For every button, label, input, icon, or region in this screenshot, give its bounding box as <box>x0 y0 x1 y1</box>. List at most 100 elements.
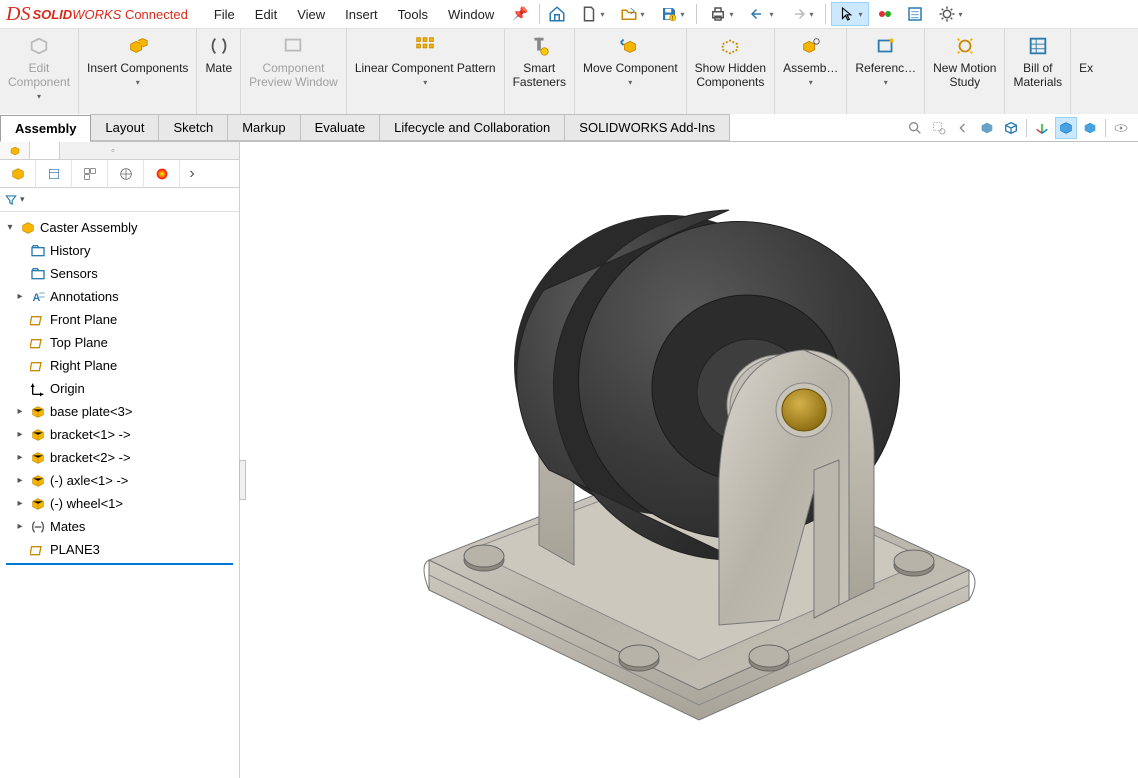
prev-view-icon[interactable] <box>952 117 974 139</box>
tree-node-label: Annotations <box>50 289 119 304</box>
tree-node[interactable]: Sensors <box>0 262 239 285</box>
fm-dim-icon[interactable] <box>108 160 144 188</box>
view-orient-icon[interactable] <box>1000 117 1022 139</box>
ribbon-overflow[interactable]: Ex <box>1071 29 1101 114</box>
tree-node-label: Origin <box>50 381 85 396</box>
side-tab-empty[interactable] <box>30 142 60 159</box>
tree-node[interactable]: Top Plane <box>0 331 239 354</box>
tab-sketch[interactable]: Sketch <box>158 114 228 141</box>
shaded-edges-icon[interactable] <box>1055 117 1077 139</box>
fm-more-icon[interactable]: › <box>180 160 204 188</box>
tab-evaluate[interactable]: Evaluate <box>300 114 381 141</box>
axis-icon[interactable] <box>1031 117 1053 139</box>
tree-node[interactable]: Origin <box>0 377 239 400</box>
fm-tree-icon[interactable] <box>0 160 36 188</box>
ribbon-mate[interactable]: Mate <box>197 29 241 114</box>
app-logo: DS SOLIDWORKS Connected <box>6 3 188 26</box>
tab-addins[interactable]: SOLIDWORKS Add-Ins <box>564 114 730 141</box>
feature-manager-panel: ◦ › ▾ ▾ Caster Assembly HistorySensors▸A… <box>0 142 240 778</box>
menu-tools[interactable]: Tools <box>388 3 438 26</box>
ribbon-bom[interactable]: Bill of Materials <box>1005 29 1071 114</box>
tree-node[interactable]: History <box>0 239 239 262</box>
tab-markup[interactable]: Markup <box>227 114 300 141</box>
heads-up-view-toolbar <box>904 114 1138 141</box>
home-button[interactable] <box>543 2 571 26</box>
app-logo-script: DS <box>6 3 30 26</box>
options-list-button[interactable] <box>901 2 929 26</box>
command-ribbon: Edit Component▾ Insert Components▾ Mate … <box>0 28 1138 114</box>
quick-access-toolbar: ▾ ▾ !▾ ▾ ▾ ▾ ▾ ▾ <box>543 2 969 26</box>
menu-view[interactable]: View <box>287 3 335 26</box>
menu-window[interactable]: Window <box>438 3 504 26</box>
zoom-area-icon[interactable] <box>928 117 950 139</box>
ribbon-smart-fasteners[interactable]: Smart Fasteners <box>505 29 575 114</box>
tree-node[interactable]: ▸bracket<1> -> <box>0 423 239 446</box>
select-cursor-button[interactable]: ▾ <box>831 2 869 26</box>
open-button[interactable]: ▾ <box>613 2 651 26</box>
fm-appearance-icon[interactable] <box>144 160 180 188</box>
ribbon-assembly[interactable]: Assemb…▾ <box>775 29 847 114</box>
tree-node-label: bracket<2> -> <box>50 450 131 465</box>
tree-node-label: History <box>50 243 90 258</box>
ribbon-show-hidden[interactable]: Show Hidden Components <box>687 29 775 114</box>
menu-insert[interactable]: Insert <box>335 3 388 26</box>
tree-node-label: (-) wheel<1> <box>50 496 123 511</box>
zoom-fit-icon[interactable] <box>904 117 926 139</box>
ribbon-preview-window[interactable]: Component Preview Window <box>241 29 347 114</box>
panel-collapse-handle[interactable] <box>239 460 246 500</box>
tab-lifecycle[interactable]: Lifecycle and Collaboration <box>379 114 565 141</box>
ribbon-linear-pattern[interactable]: Linear Component Pattern▾ <box>347 29 505 114</box>
print-button[interactable]: ▾ <box>702 2 740 26</box>
tree-node-label: Sensors <box>50 266 98 281</box>
tree-node[interactable]: ▸Mates <box>0 515 239 538</box>
ribbon-edit-component[interactable]: Edit Component▾ <box>0 29 79 114</box>
tree-node[interactable]: PLANE3 <box>0 538 239 561</box>
tree-node-label: base plate<3> <box>50 404 132 419</box>
ribbon-reference[interactable]: Referenc…▾ <box>847 29 925 114</box>
menu-edit[interactable]: Edit <box>245 3 287 26</box>
tree-node-label: Mates <box>50 519 85 534</box>
svg-text:A: A <box>33 292 41 304</box>
filter-row[interactable]: ▾ <box>0 188 239 212</box>
menu-file[interactable]: File <box>204 3 245 26</box>
tree-root[interactable]: ▾ Caster Assembly <box>0 216 239 239</box>
tree-node[interactable]: ▸(-) axle<1> -> <box>0 469 239 492</box>
ribbon-insert-components[interactable]: Insert Components▾ <box>79 29 197 114</box>
ribbon-move-component[interactable]: Move Component▾ <box>575 29 687 114</box>
command-tabs: Assembly Layout Sketch Markup Evaluate L… <box>0 114 1138 142</box>
side-tab-feature[interactable] <box>0 142 30 159</box>
tree-node-label: Right Plane <box>50 358 117 373</box>
fm-property-icon[interactable] <box>36 160 72 188</box>
save-button[interactable]: !▾ <box>653 2 691 26</box>
settings-gear-button[interactable]: ▾ <box>931 2 969 26</box>
new-button[interactable]: ▾ <box>573 2 611 26</box>
graphics-viewport[interactable] <box>240 142 1138 778</box>
shaded-icon[interactable] <box>1079 117 1101 139</box>
tab-layout[interactable]: Layout <box>90 114 159 141</box>
pin-icon[interactable]: 📌 <box>504 6 536 22</box>
menu-bar: DS SOLIDWORKS Connected File Edit View I… <box>0 0 1138 28</box>
section-view-icon[interactable] <box>976 117 998 139</box>
tree-node[interactable]: ▸base plate<3> <box>0 400 239 423</box>
tree-node[interactable]: ▸AAnnotations <box>0 285 239 308</box>
tree-node-label: (-) axle<1> -> <box>50 473 128 488</box>
tree-node[interactable]: ▸(-) wheel<1> <box>0 492 239 515</box>
hide-show-icon[interactable] <box>1110 117 1132 139</box>
tab-assembly[interactable]: Assembly <box>0 115 91 142</box>
fm-config-icon[interactable] <box>72 160 108 188</box>
tree-node[interactable]: Front Plane <box>0 308 239 331</box>
ribbon-motion-study[interactable]: New Motion Study <box>925 29 1005 114</box>
tree-node-label: bracket<1> -> <box>50 427 131 442</box>
model-render <box>369 170 1009 750</box>
tree-node[interactable]: Right Plane <box>0 354 239 377</box>
side-tab-close-icon[interactable]: ◦ <box>98 142 128 159</box>
feature-tree: ▾ Caster Assembly HistorySensors▸AAnnota… <box>0 212 239 778</box>
redo-button[interactable]: ▾ <box>782 2 820 26</box>
undo-button[interactable]: ▾ <box>742 2 780 26</box>
traffic-light-button[interactable] <box>871 2 899 26</box>
tree-node-label: Top Plane <box>50 335 108 350</box>
tree-node-label: PLANE3 <box>50 542 100 557</box>
tree-node[interactable]: ▸bracket<2> -> <box>0 446 239 469</box>
tree-node-label: Front Plane <box>50 312 117 327</box>
svg-text:!: ! <box>672 16 673 22</box>
